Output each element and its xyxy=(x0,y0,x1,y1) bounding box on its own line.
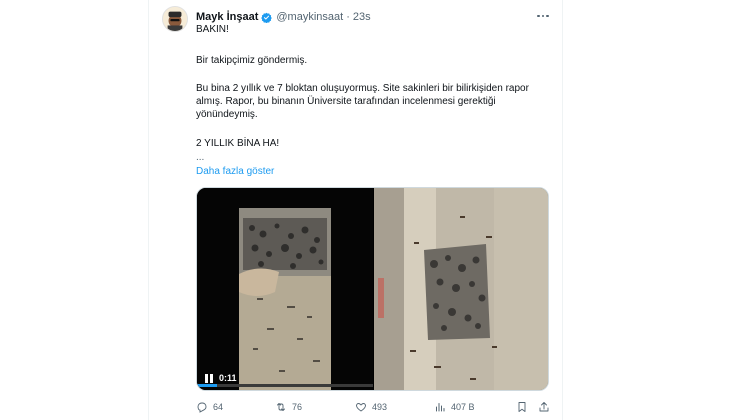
reply-button[interactable]: 64 xyxy=(196,400,223,414)
bookmark-button[interactable] xyxy=(516,400,528,414)
page: Mayk İnşaat @maykinsaat · 23s BAKIN! Bir… xyxy=(0,0,730,420)
reply-icon xyxy=(197,402,207,413)
video-frame-image xyxy=(197,188,373,390)
tweet-text-ellipsis: ... xyxy=(196,152,205,163)
column-photo-image xyxy=(374,188,548,390)
tweet-text-paragraph: Bu bina 2 yıllık ve 7 bloktan oluşuyormu… xyxy=(196,83,529,120)
separator-dot: · xyxy=(346,11,350,23)
video-controls: 0:11 xyxy=(205,373,237,383)
views-button[interactable]: 407 B xyxy=(434,400,475,414)
show-more-link[interactable]: Daha fazla göster xyxy=(196,165,274,178)
like-button[interactable]: 493 xyxy=(355,400,387,414)
author-handle[interactable]: @maykinsaat xyxy=(276,11,343,23)
views-chart-icon xyxy=(436,403,445,412)
reply-count: 64 xyxy=(213,402,224,412)
video-time: 0:11 xyxy=(219,373,237,383)
heart-icon xyxy=(356,403,366,412)
media-grid[interactable]: 0:11 xyxy=(196,187,549,391)
views-count: 407 B xyxy=(451,402,475,412)
tweet-text-line: 2 YILLIK BİNA HA! xyxy=(196,138,280,149)
share-button[interactable] xyxy=(538,400,550,414)
video-thumbnail[interactable]: 0:11 xyxy=(197,188,373,390)
tweet-text-line: BAKIN! xyxy=(196,24,229,35)
like-count: 493 xyxy=(372,402,388,412)
verified-badge-icon xyxy=(261,12,273,23)
avatar[interactable] xyxy=(162,6,188,32)
bookmark-icon xyxy=(518,402,526,412)
share-icon xyxy=(539,402,549,412)
tweet-text-line: Bir takipçimiz göndermiş. xyxy=(196,55,308,66)
more-options-icon[interactable] xyxy=(533,9,553,23)
tweet-time[interactable]: 23s xyxy=(353,11,371,23)
retweet-icon xyxy=(277,403,285,411)
photo-thumbnail[interactable] xyxy=(374,188,548,390)
retweet-count: 76 xyxy=(292,402,303,412)
author-name[interactable]: Mayk İnşaat xyxy=(196,11,258,23)
avatar-image xyxy=(163,7,187,31)
action-bar: 64 76 493 407 B xyxy=(196,400,551,414)
pause-icon[interactable] xyxy=(205,373,213,383)
retweet-button[interactable]: 76 xyxy=(275,400,302,414)
